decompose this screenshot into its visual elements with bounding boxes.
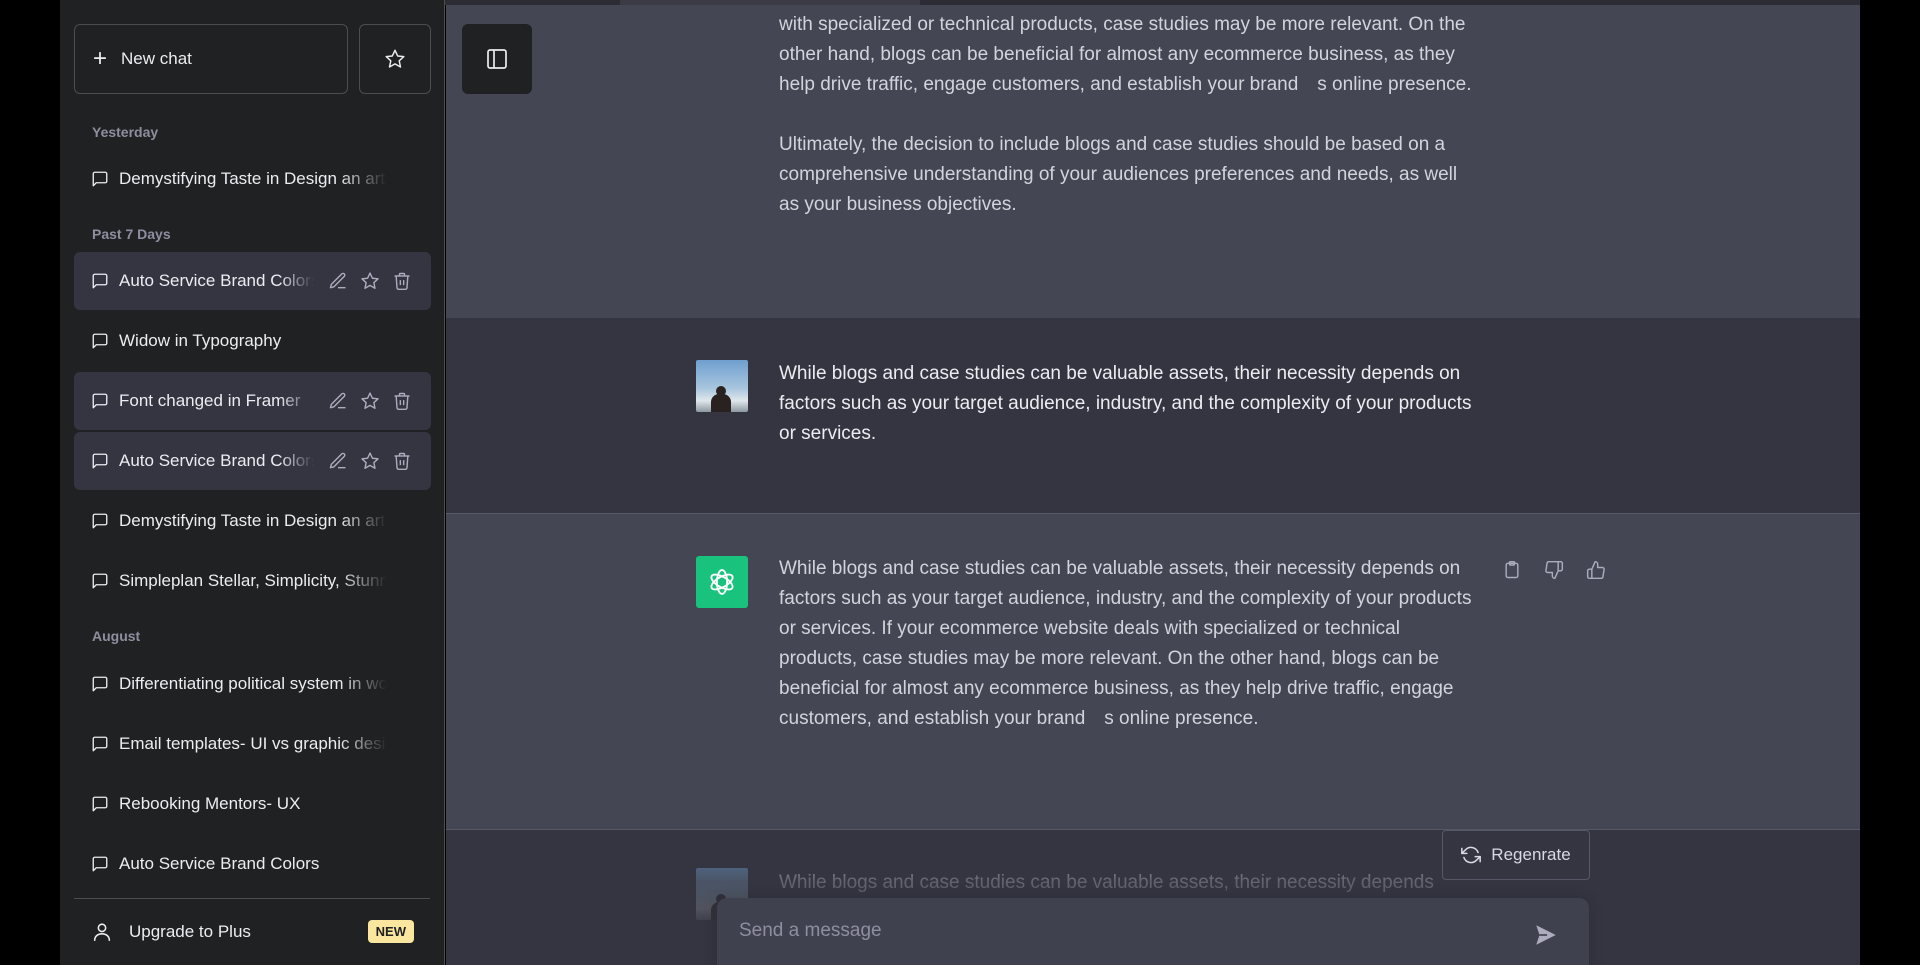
pencil-icon[interactable] <box>328 271 348 291</box>
chat-item-title: Auto Service Brand Colors <box>119 451 314 470</box>
chat-item-actions <box>328 271 412 291</box>
chat-bubble-icon <box>91 512 109 530</box>
assistant-avatar <box>696 556 748 608</box>
chat-item-title: Demystifying Taste in Design an art <box>119 511 386 530</box>
chat-bubble-icon <box>91 795 109 813</box>
regenerate-button[interactable]: Regenrate <box>1442 830 1590 880</box>
chat-item-title: Simpleplan Stellar, Simplicity, Stunning <box>119 571 387 590</box>
chat-item[interactable]: Auto Service Brand Colors <box>74 432 431 490</box>
chat-item-actions <box>328 391 412 411</box>
refresh-icon <box>1461 845 1482 865</box>
trash-icon[interactable] <box>392 271 412 291</box>
send-icon[interactable] <box>1533 922 1563 952</box>
star-icon <box>384 48 406 70</box>
pencil-icon[interactable] <box>328 451 348 471</box>
user-message-text: While blogs and case studies can be valu… <box>779 872 1434 893</box>
trash-icon[interactable] <box>392 451 412 471</box>
chat-item[interactable]: Demystifying Taste in Design an art <box>74 492 431 550</box>
assistant-message: While blogs and case studies can be valu… <box>446 514 1860 829</box>
star-icon[interactable] <box>360 451 380 471</box>
thumbs-up-icon[interactable] <box>1586 560 1606 580</box>
favorites-button[interactable] <box>359 24 431 94</box>
new-chat-label: New chat <box>121 49 192 68</box>
clipboard-icon[interactable] <box>1502 560 1522 580</box>
chat-item[interactable]: Font changed in Framer <box>74 372 431 430</box>
assistant-message: with specialized or technical products, … <box>446 5 1860 318</box>
conversation-panel: with specialized or technical products, … <box>446 5 1860 965</box>
openai-logo-icon <box>705 565 739 599</box>
assistant-message-text: with specialized or technical products, … <box>779 10 1479 250</box>
chat-bubble-icon <box>91 675 109 693</box>
sidebar-divider <box>74 898 430 899</box>
chat-item-title: Auto Service Brand Colors <box>119 854 320 873</box>
section-label-past-7-days: Past 7 Days <box>92 226 171 242</box>
chat-item[interactable]: Widow in Typography <box>74 312 431 370</box>
chat-item[interactable]: Email templates- UI vs graphic design <box>74 715 431 773</box>
chat-item[interactable]: Differentiating political system in worl… <box>74 655 431 713</box>
star-icon[interactable] <box>360 391 380 411</box>
chat-bubble-icon <box>91 452 109 470</box>
user-message-text: While blogs and case studies can be valu… <box>779 363 1472 444</box>
regenerate-label: Regenrate <box>1491 845 1571 864</box>
new-badge: NEW <box>367 920 414 943</box>
upgrade-to-plus-button[interactable]: Upgrade to Plus NEW <box>74 905 431 959</box>
chat-bubble-icon <box>91 735 109 753</box>
star-icon[interactable] <box>360 271 380 291</box>
chat-item[interactable]: Rebooking Mentors- UX <box>74 775 431 833</box>
chat-item[interactable]: Demystifying Taste in Design an art <box>74 150 431 208</box>
sidebar-toggle-icon <box>485 47 509 71</box>
chat-item-title: Demystifying Taste in Design an art <box>119 169 386 188</box>
thumbs-down-icon[interactable] <box>1544 560 1564 580</box>
pencil-icon[interactable] <box>328 391 348 411</box>
toggle-sidebar-button[interactable] <box>462 24 532 94</box>
user-message: While blogs and case studies can be valu… <box>446 318 1860 514</box>
chat-item[interactable]: Auto Service Brand Colors <box>74 252 431 310</box>
avatar-body <box>711 394 731 412</box>
chat-item[interactable]: Simpleplan Stellar, Simplicity, Stunning <box>74 552 431 610</box>
user-icon <box>91 921 113 943</box>
chat-item-title: Differentiating political system in worl… <box>119 674 387 693</box>
chat-item-title: Font changed in Framer <box>119 391 301 410</box>
chat-bubble-icon <box>91 332 109 350</box>
message-paragraph: Ultimately, the decision to include blog… <box>779 134 1458 215</box>
chat-bubble-icon <box>91 272 109 290</box>
section-label-august: August <box>92 628 141 644</box>
plus-icon: + <box>93 45 108 72</box>
chat-bubble-icon <box>91 572 109 590</box>
chat-item[interactable]: Auto Service Brand Colors <box>74 835 431 893</box>
user-avatar <box>696 360 748 412</box>
assistant-message-text: While blogs and case studies can be valu… <box>779 558 1472 729</box>
chat-item-actions <box>328 451 412 471</box>
chat-bubble-icon <box>91 855 109 873</box>
new-chat-button[interactable]: + New chat <box>74 24 348 94</box>
message-actions <box>1502 560 1606 580</box>
chat-bubble-icon <box>91 392 109 410</box>
sidebar: + New chat Yesterday Demystifying Taste … <box>60 0 445 965</box>
chat-bubble-icon <box>91 170 109 188</box>
chat-item-title: Auto Service Brand Colors <box>119 271 314 290</box>
message-input[interactable] <box>717 898 1517 965</box>
chat-item-title: Widow in Typography <box>119 331 282 350</box>
section-label-yesterday: Yesterday <box>92 124 159 140</box>
chat-item-title: Rebooking Mentors- UX <box>119 794 301 813</box>
message-paragraph: with specialized or technical products, … <box>779 14 1472 95</box>
message-composer <box>717 898 1589 965</box>
upgrade-label: Upgrade to Plus <box>129 922 251 941</box>
chat-item-title: Email templates- UI vs graphic design <box>119 734 387 753</box>
trash-icon[interactable] <box>392 391 412 411</box>
